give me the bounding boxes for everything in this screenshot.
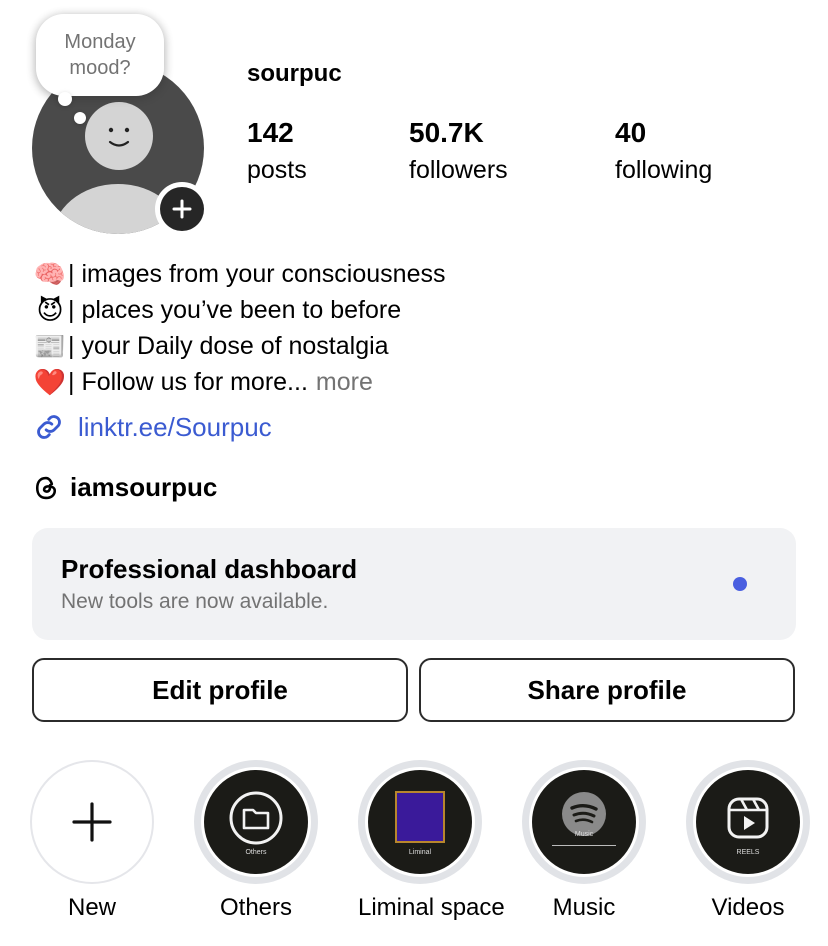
professional-dashboard-card[interactable]: Professional dashboard New tools are now… [32, 528, 796, 640]
notification-dot [733, 577, 747, 591]
highlight-music[interactable]: Music Music [522, 760, 646, 922]
highlight-ring [30, 760, 154, 884]
devil-icon: 😈 [36, 295, 64, 325]
highlight-ring: Liminal [358, 760, 482, 884]
highlight-label: Music [552, 894, 616, 921]
liminal-cover-image [395, 791, 445, 843]
highlight-ring: REELS [686, 760, 810, 884]
highlight-cover [32, 762, 152, 882]
bio-line-text: | Follow us for more... [68, 368, 308, 396]
brain-icon: 🧠 [33, 259, 67, 289]
note-tail-dot-small [74, 112, 86, 124]
threads-handle[interactable]: iamsourpuc [70, 472, 217, 503]
bio-line: 😈 | places you’ve been to before [32, 292, 445, 328]
highlight-cover-text: Music [574, 831, 594, 838]
bio-line-text: | places you’ve been to before [68, 296, 402, 324]
bio-line-text: | your Daily dose of nostalgia [68, 332, 389, 360]
share-profile-button[interactable]: Share profile [419, 658, 795, 722]
posts-label[interactable]: posts [247, 156, 307, 185]
threads-badge[interactable]: iamsourpuc [32, 472, 217, 503]
note-bubble-overlay[interactable]: Monday mood? [36, 14, 164, 96]
note-tail-dot [58, 92, 72, 106]
highlight-new[interactable]: New [30, 760, 154, 922]
bio-link-text[interactable]: linktr.ee/Sourpuc [78, 412, 272, 443]
dashboard-subtitle: New tools are now available. [61, 590, 329, 613]
dashboard-title: Professional dashboard [61, 554, 358, 584]
note-text-line1: Monday [64, 31, 136, 53]
highlight-cover: Music [532, 770, 636, 874]
following-count[interactable]: 40 [615, 117, 646, 149]
plus-icon [160, 187, 204, 231]
avatar-face [85, 102, 153, 170]
followers-count[interactable]: 50.7K [409, 117, 484, 149]
edit-profile-button[interactable]: Edit profile [32, 658, 408, 722]
bio: 🧠 | images from your consciousness 😈 | p… [32, 256, 446, 400]
bio-line: 🧠 | images from your consciousness [32, 256, 446, 292]
heart-icon: ❤️ [33, 367, 67, 397]
folder-icon [229, 791, 283, 845]
highlight-ring: Music [522, 760, 646, 884]
highlight-liminal-space[interactable]: Liminal Liminal space [358, 760, 505, 922]
highlight-cover: Liminal [368, 770, 472, 874]
posts-count[interactable]: 142 [247, 117, 294, 149]
highlight-ring: Others [194, 760, 318, 884]
note-text-line2: mood? [69, 57, 131, 79]
link-icon [37, 415, 61, 439]
highlight-label: Others [219, 894, 293, 921]
bio-line: 📰 | your Daily dose of nostalgia [32, 328, 445, 364]
highlight-videos[interactable]: REELS Videos [686, 760, 810, 922]
bio-line-text: | images from your consciousness [68, 260, 446, 288]
reels-icon [727, 797, 769, 839]
highlight-label: Videos [711, 894, 785, 921]
bio-more-link[interactable]: more [316, 364, 373, 400]
threads-icon [35, 476, 57, 499]
highlight-cover-text: Others [245, 849, 267, 856]
highlight-label: New [67, 894, 116, 921]
highlight-label: Liminal space [358, 894, 505, 921]
newspaper-icon: 📰 [33, 331, 67, 361]
plus-icon [72, 802, 112, 842]
username: sourpuc [247, 60, 342, 87]
highlight-cover: Others [204, 770, 308, 874]
highlight-cover: REELS [696, 770, 800, 874]
bio-link[interactable]: linktr.ee/Sourpuc [32, 410, 272, 444]
following-label[interactable]: following [615, 156, 712, 185]
highlight-cover-text: REELS [736, 849, 760, 856]
add-story-button[interactable] [155, 182, 209, 236]
highlight-others[interactable]: Others Others [194, 760, 318, 922]
bio-line: ❤️ | Follow us for more... more [32, 364, 445, 400]
followers-label[interactable]: followers [409, 156, 508, 185]
progress-line [552, 845, 616, 846]
highlight-cover-text: Liminal [408, 849, 432, 856]
